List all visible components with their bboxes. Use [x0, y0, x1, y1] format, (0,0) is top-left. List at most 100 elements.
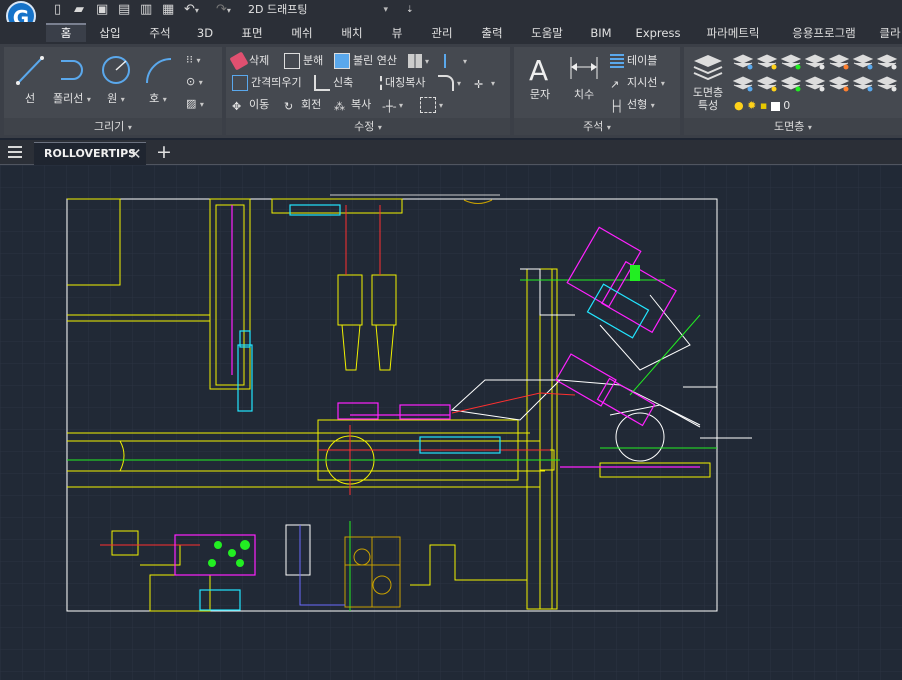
move-icon: ✥ [232, 100, 242, 113]
ellipse-icon[interactable]: ⊙ ▾ [186, 73, 203, 91]
tab-cloud[interactable]: 클라 [878, 25, 902, 42]
layer-tool-badge-icon [891, 86, 897, 92]
workspace-selector[interactable]: 2D 드래프팅 ▾ [248, 2, 388, 18]
stretch-icon [314, 75, 330, 91]
panel-annotation-label[interactable]: 주석 ▾ [514, 118, 680, 135]
ribbon: 선 폴리선 ▾ 원 ▾ 호 ▾ ⁝⁝ ▾ ⊙ ▾ ▨ ▾ 그리기 ▾ 삭제 분해… [0, 44, 902, 138]
unlock-icon: ▪ [759, 99, 768, 112]
leader-button[interactable]: ↗ 지시선 ▾ [610, 74, 665, 92]
leader-icon: ↗ [610, 78, 620, 91]
boolean-icon [334, 53, 350, 69]
save-icon[interactable]: ▣ [96, 2, 108, 18]
lightbulb-icon: ● [734, 99, 744, 112]
array-button[interactable]: ▾ [408, 52, 429, 70]
tab-insert[interactable]: 삽입 [92, 25, 128, 42]
panel-draw: 선 폴리선 ▾ 원 ▾ 호 ▾ ⁝⁝ ▾ ⊙ ▾ ▨ ▾ 그리기 ▾ [4, 47, 222, 135]
break-button[interactable]: ‐┼‐ ▾ [382, 96, 403, 114]
panel-modify-label[interactable]: 수정 ▾ [226, 118, 510, 135]
layer-tool-badge-icon [771, 64, 777, 70]
svg-text:A: A [529, 54, 548, 83]
plot-icon[interactable]: ▥ [140, 2, 152, 18]
undo-icon[interactable]: ↶▾ [184, 2, 199, 18]
circle-tool-button[interactable]: 원 ▾ [96, 53, 136, 106]
move-button[interactable]: ✥ 이동 [232, 96, 269, 114]
tab-help[interactable]: 도움말 [524, 25, 570, 42]
tab-3d[interactable]: 3D [190, 25, 220, 42]
dimension-tool-button[interactable]: 치수 [564, 53, 604, 102]
customize-quick-access-icon[interactable]: ⇣ [406, 2, 414, 18]
layer-tools-grid [732, 54, 898, 92]
stretch-button[interactable]: 신축 [314, 74, 353, 92]
tab-parametric[interactable]: 파라메트릭 [698, 25, 768, 42]
trim-button[interactable]: ✛ ▾ [474, 74, 495, 92]
table-button[interactable]: 테이블 [610, 52, 657, 70]
align-button[interactable]: ▾ [444, 52, 467, 70]
save-as-icon[interactable]: ▤ [118, 2, 130, 18]
hatch-icon[interactable]: ▨ ▾ [186, 95, 204, 113]
open-folder-icon[interactable]: ▰ [74, 2, 84, 18]
panel-annotation: A 문자 치수 테이블 ↗ 지시선 ▾ ├┤ 선형 ▾ 주석 ▾ [514, 47, 680, 135]
offset-button[interactable]: 간격띄우기 [232, 74, 302, 92]
arc-tool-button[interactable]: 호 ▾ [138, 53, 178, 106]
fillet-icon [438, 75, 454, 91]
layer-tool-badge-icon [843, 64, 849, 70]
scale-icon [420, 97, 436, 113]
layer-tool-badge-icon [747, 64, 753, 70]
mirror-button[interactable]: 대칭복사 [366, 74, 425, 92]
tab-annotate[interactable]: 주석 [142, 25, 178, 42]
layer-tool-badge-icon [819, 64, 825, 70]
document-tab-bar: ROLLOVERTIPS ✕ + [0, 140, 902, 165]
tab-layout[interactable]: 배치 [334, 25, 370, 42]
erase-button[interactable]: 삭제 [229, 51, 269, 71]
layer-properties-button[interactable]: 도면층 특성 [686, 53, 730, 112]
tab-output[interactable]: 출력 [474, 25, 510, 42]
panel-layers-label[interactable]: 도면층 ▾ [684, 118, 902, 135]
layer-stack-icon [693, 55, 723, 81]
tab-surface[interactable]: 표면 [234, 25, 270, 42]
rotate-button[interactable]: ↻ 회전 [284, 96, 321, 114]
menu-icon[interactable] [8, 146, 22, 158]
tab-express[interactable]: Express [632, 25, 684, 42]
tab-home[interactable]: 홈 [46, 23, 86, 42]
panel-draw-label[interactable]: 그리기 ▾ [4, 118, 222, 135]
text-icon: A [529, 54, 548, 83]
mirror-icon [366, 76, 382, 90]
boolean-button[interactable]: 불린 연산 [334, 52, 397, 70]
trim-icon: ✛ [474, 78, 484, 91]
line-tool-button[interactable]: 선 [10, 53, 50, 106]
explode-button[interactable]: 분해 [284, 52, 323, 70]
print-icon[interactable]: ▦ [162, 2, 174, 18]
tab-bim[interactable]: BIM [584, 25, 618, 42]
text-tool-button[interactable]: A 문자 [520, 53, 560, 102]
tab-mesh[interactable]: 메쉬 [284, 25, 320, 42]
drawing-canvas[interactable] [0, 165, 902, 680]
new-file-icon[interactable]: ▯ [54, 2, 61, 18]
copy-button[interactable]: ⁂ 복사 [334, 96, 371, 114]
scale-button[interactable]: ▾ [420, 96, 443, 114]
new-tab-icon[interactable]: + [156, 141, 172, 163]
explode-icon [284, 53, 300, 69]
close-icon[interactable]: ✕ [129, 145, 142, 163]
offset-icon [232, 75, 248, 91]
linear-dim-button[interactable]: ├┤ 선형 ▾ [610, 96, 655, 114]
polyline-icon [61, 60, 83, 80]
tab-manage[interactable]: 관리 [424, 25, 460, 42]
fillet-button[interactable]: ▾ [438, 74, 461, 92]
draw-more-icon[interactable]: ⁝⁝ ▾ [186, 51, 201, 69]
layer-tool-badge-icon [867, 64, 873, 70]
document-tab[interactable]: ROLLOVERTIPS ✕ [34, 142, 146, 165]
copy-icon: ⁂ [334, 100, 345, 113]
chevron-down-icon: ▾ [383, 5, 388, 15]
redo-icon[interactable]: ↷▾ [216, 2, 231, 18]
polyline-tool-button[interactable]: 폴리선 ▾ [52, 53, 92, 106]
current-layer-selector[interactable]: ● ✹ ▪ 0 [734, 97, 790, 115]
tab-applications[interactable]: 응용프로그램 [784, 25, 864, 42]
panel-modify: 삭제 분해 불린 연산 ▾ ▾ 간격띄우기 신축 대칭복사 ▾ ✛ ▾ ✥ 이동 ↻… [226, 47, 510, 135]
circle-icon [102, 56, 130, 84]
tab-view[interactable]: 뷰 [384, 25, 410, 42]
dimension-icon [570, 57, 598, 79]
cad-drawing[interactable] [0, 165, 902, 680]
sun-icon: ✹ [747, 99, 757, 112]
panel-layers: 도면층 특성 ● ✹ ▪ 0 도면층 ▾ [684, 47, 902, 135]
align-icon [444, 54, 460, 68]
